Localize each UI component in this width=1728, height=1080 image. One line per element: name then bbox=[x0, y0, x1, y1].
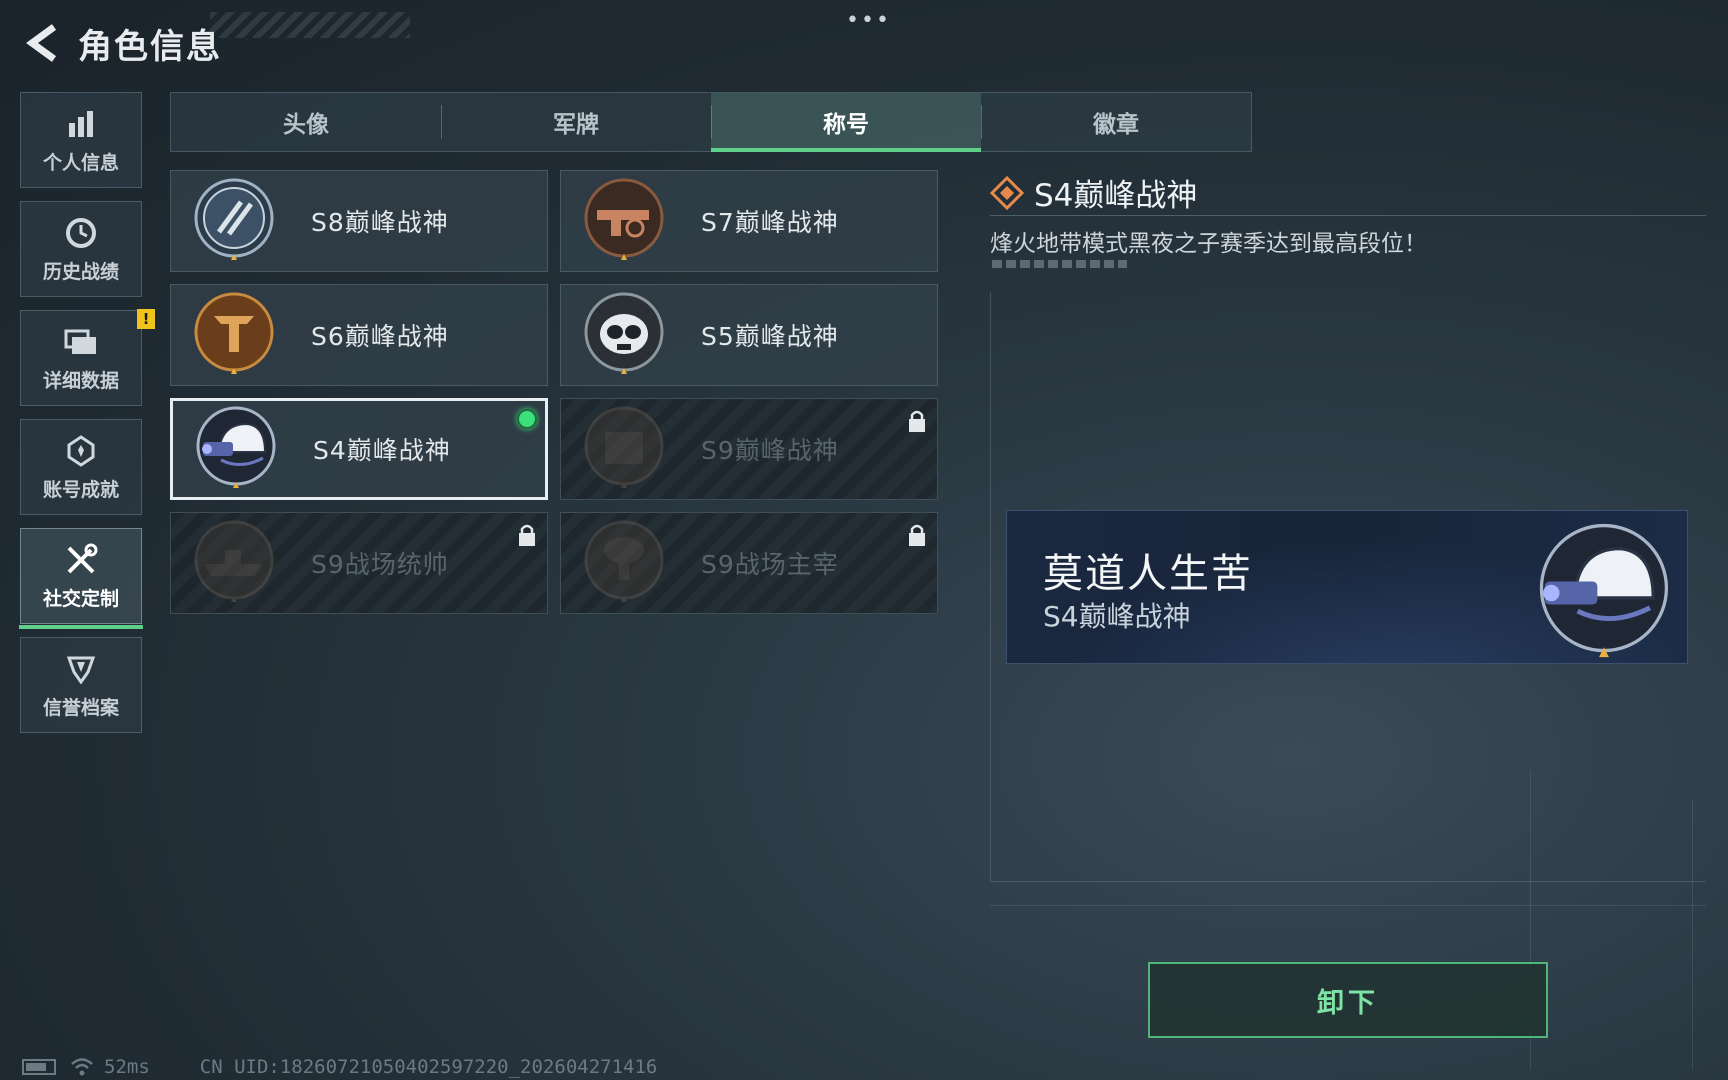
wifi-icon bbox=[71, 1058, 93, 1076]
title-name: S9战场主宰 bbox=[701, 550, 839, 579]
lock-icon bbox=[909, 524, 925, 546]
detail-title: S4巅峰战神 bbox=[1034, 178, 1198, 214]
sidebar-item-label: 历史战绩 bbox=[42, 260, 119, 283]
title-name: S8巅峰战神 bbox=[311, 208, 449, 237]
status-bar: 52ms CN UID:1826072105040259722​0_202604… bbox=[22, 1056, 657, 1078]
page-title: 角色信息 bbox=[78, 26, 222, 67]
sidebar-item-detailed-data[interactable]: ! 详细数据 bbox=[20, 309, 155, 406]
battery-icon bbox=[22, 1059, 56, 1075]
lock-icon bbox=[519, 524, 535, 546]
title-grid: S8巅峰战神 S7巅峰战神 S6巅峰战神 S5巅峰战神 S4巅峰战神 S9巅峰战… bbox=[170, 170, 938, 614]
sidebar-item-label: 个人信息 bbox=[42, 151, 119, 174]
title-card-s9-commander[interactable]: S9战场统帅 bbox=[170, 512, 548, 614]
nameplate-title: S4巅峰战神 bbox=[1043, 600, 1191, 633]
title-card-s7[interactable]: S7巅峰战神 bbox=[560, 170, 938, 272]
s8-emblem-icon bbox=[194, 178, 274, 260]
unequip-button[interactable]: 卸下 bbox=[1148, 962, 1548, 1038]
tab-dogtag[interactable]: 军牌 bbox=[441, 93, 711, 151]
shield-icon bbox=[63, 651, 99, 687]
tab-avatar[interactable]: 头像 bbox=[171, 93, 441, 151]
title-name: S7巅峰战神 bbox=[701, 208, 839, 237]
uid-text: CN UID:1826072105040259722​0_20260427141… bbox=[199, 1056, 658, 1078]
s5-emblem-icon bbox=[584, 292, 664, 374]
title-card-s4[interactable]: S4巅峰战神 bbox=[170, 398, 548, 500]
title-card-s9-peak[interactable]: S9巅峰战神 bbox=[560, 398, 938, 500]
tab-title[interactable]: 称号 bbox=[711, 93, 981, 152]
divider bbox=[990, 215, 1706, 216]
tab-badge[interactable]: 徽章 bbox=[981, 93, 1251, 151]
title-name: S4巅峰战神 bbox=[313, 436, 451, 465]
sidebar-item-personal-info[interactable]: 个人信息 bbox=[20, 92, 142, 188]
s6-emblem-icon bbox=[194, 292, 274, 374]
ping-value: 52ms bbox=[104, 1056, 150, 1078]
achievement-icon bbox=[63, 433, 99, 469]
diamond-icon bbox=[990, 175, 1024, 210]
title-card-s5[interactable]: S5巅峰战神 bbox=[560, 284, 938, 386]
title-name: S9巅峰战神 bbox=[701, 436, 839, 465]
folder-icon bbox=[63, 324, 99, 360]
sidebar: 个人信息 历史战绩 ! 详细数据 账号成就 社交定制 信誉档案 bbox=[19, 92, 155, 746]
s4-emblem-icon bbox=[1539, 523, 1669, 658]
lock-icon bbox=[909, 410, 925, 432]
mushroom-cloud-emblem-icon bbox=[584, 520, 664, 602]
unequip-label: 卸下 bbox=[1317, 987, 1379, 1019]
header: 角色信息 bbox=[20, 18, 222, 68]
title-name: S6巅峰战神 bbox=[311, 322, 449, 351]
sidebar-item-match-history[interactable]: 历史战绩 bbox=[20, 201, 142, 297]
bar-chart-icon bbox=[63, 106, 99, 142]
warship-emblem-icon bbox=[194, 520, 274, 602]
title-name: S5巅峰战神 bbox=[701, 322, 839, 351]
sidebar-item-label: 社交定制 bbox=[42, 587, 119, 610]
back-button[interactable] bbox=[20, 21, 64, 65]
nameplate-preview: 莫道人生苦 S4巅峰战神 bbox=[1006, 510, 1688, 664]
title-card-s6[interactable]: S6巅峰战神 bbox=[170, 284, 548, 386]
title-name: S9战场统帅 bbox=[311, 550, 449, 579]
category-tabs: 头像 军牌 称号 徽章 bbox=[170, 92, 1252, 152]
detail-description: 烽火地带模式黑夜之子赛季达到最高段位！ bbox=[990, 231, 1427, 257]
description-decoration bbox=[992, 260, 1127, 268]
more-menu-button[interactable]: ••• bbox=[846, 8, 891, 33]
sidebar-item-label: 信誉档案 bbox=[42, 696, 119, 719]
sidebar-item-social-custom[interactable]: 社交定制 bbox=[19, 528, 143, 629]
alert-badge: ! bbox=[137, 309, 155, 329]
title-card-s8[interactable]: S8巅峰战神 bbox=[170, 170, 548, 272]
title-decoration bbox=[210, 12, 410, 38]
sidebar-item-achievements[interactable]: 账号成就 bbox=[20, 419, 142, 515]
s7-emblem-icon bbox=[584, 178, 664, 260]
sidebar-item-label: 详细数据 bbox=[42, 369, 119, 392]
sidebar-item-label: 账号成就 bbox=[42, 478, 119, 501]
player-name: 莫道人生苦 bbox=[1043, 551, 1253, 597]
title-card-s9-dominator[interactable]: S9战场主宰 bbox=[560, 512, 938, 614]
sidebar-item-credit-record[interactable]: 信誉档案 bbox=[20, 637, 142, 733]
equipped-indicator bbox=[517, 409, 537, 429]
tools-icon bbox=[63, 542, 99, 578]
s9-emblem-icon bbox=[584, 406, 664, 488]
s4-emblem-icon bbox=[196, 406, 276, 488]
clock-icon bbox=[63, 215, 99, 251]
back-arrow-icon bbox=[26, 24, 57, 62]
detail-header: S4巅峰战神 bbox=[990, 170, 1197, 215]
